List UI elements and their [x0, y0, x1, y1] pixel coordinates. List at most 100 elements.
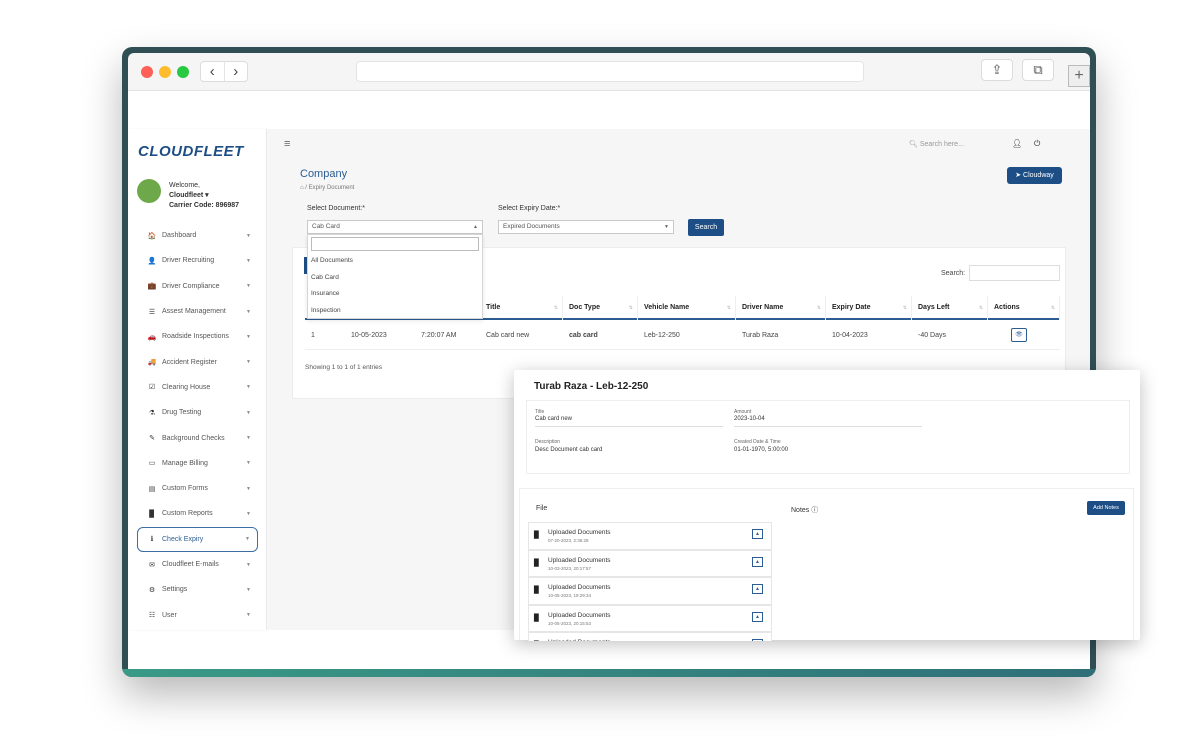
sidebar-item-dashboard[interactable]: 🏠 Dashboard ▼: [128, 223, 267, 248]
table-cell: 7:20:07 AM: [421, 332, 457, 339]
search-button[interactable]: Search: [688, 219, 724, 236]
home-icon[interactable]: ⌂: [300, 185, 304, 191]
column-header[interactable]: Vehicle Name ⇅: [638, 296, 736, 320]
tabs-icon[interactable]: ⧉: [1022, 59, 1054, 81]
download-icon[interactable]: ▲: [752, 639, 763, 641]
global-search[interactable]: 🔍︎ Search here...: [909, 140, 964, 148]
sidebar: CLOUDFLEET Welcome, Cloudfleet ▾ Carrier…: [128, 129, 267, 630]
user-name-dropdown[interactable]: Cloudfleet ▾: [169, 191, 239, 201]
download-icon[interactable]: ▲: [752, 529, 763, 539]
view-eye-icon[interactable]: 👁︎: [1011, 328, 1027, 342]
notifications-icon[interactable]: 👤︎: [1012, 139, 1022, 148]
chevron-down-icon: ▼: [246, 308, 251, 315]
select-expiry-date[interactable]: Expired Documents ▼: [498, 220, 674, 234]
sidebar-item-label: Driver Recruiting: [162, 257, 215, 265]
gear-icon: ⚙: [148, 586, 156, 594]
column-header[interactable]: Doc Type ⇅: [563, 296, 638, 320]
select-document-label: Select Document:*: [307, 205, 365, 212]
sidebar-item-clearing-house[interactable]: ☑ Clearing House ▼: [128, 375, 267, 400]
avatar[interactable]: [137, 179, 161, 203]
table-search-input[interactable]: [969, 265, 1060, 281]
forward-icon[interactable]: ›: [225, 62, 248, 81]
sidebar-item-manage-billing[interactable]: ▭ Manage Billing ▼: [128, 451, 267, 476]
forms-icon: ▤: [148, 485, 156, 493]
sidebar-item-assest-management[interactable]: ☰ Assest Management ▼: [128, 299, 267, 324]
sidebar-item-check-expiry[interactable]: ℹ Check Expiry ▼: [137, 526, 258, 552]
sort-icon: ⇅: [553, 305, 558, 311]
file-label: File: [536, 505, 548, 512]
file-name: Uploaded Documents: [548, 584, 611, 591]
sidebar-item-label: Settings: [162, 586, 188, 594]
minimize-window-button[interactable]: [159, 66, 171, 78]
description-label: Description: [535, 439, 561, 445]
select-document[interactable]: Cab Card ▲: [307, 220, 483, 234]
sidebar-item-label: Check Expiry: [162, 535, 204, 543]
table-cell: -40 Days: [918, 332, 947, 339]
file-item[interactable]: ▉ Uploaded Documents 10-05-2023, 20:15:53 ▲: [528, 604, 772, 632]
sidebar-item-accident-register[interactable]: 🚚 Accident Register ▼: [128, 349, 267, 374]
table-cell: 1: [311, 332, 315, 339]
sidebar-item-driver-recruiting[interactable]: 👤 Driver Recruiting ▼: [128, 248, 267, 273]
download-icon[interactable]: ▲: [752, 584, 763, 594]
files-notes-panel: File Notes ⓘ Add Notes ▉ Uploaded Documen…: [519, 488, 1134, 641]
file-list: ▉ Uploaded Documents 07-20-2023, 2:36:28 ▲ ▉…: [528, 522, 772, 641]
sidebar-item-user[interactable]: ☷ User ▼: [128, 602, 267, 627]
close-window-button[interactable]: [141, 66, 153, 78]
file-date: 10-05-2023, 20:15:53: [548, 620, 592, 626]
title-value: Cab card new: [535, 416, 723, 427]
file-item[interactable]: ▉ Uploaded Documents 10-05-2023, 19:29:34 ▲: [528, 577, 772, 605]
download-icon[interactable]: ▲: [752, 611, 763, 622]
column-header[interactable]: Expiry Date ⇅: [826, 296, 912, 320]
sidebar-item-custom-forms[interactable]: ▤ Custom Forms ▼: [128, 476, 267, 501]
share-icon[interactable]: ⇪: [981, 59, 1013, 81]
file-name: Uploaded Documents: [548, 529, 611, 536]
sidebar-item-driver-compliance[interactable]: 💼 Driver Compliance ▼: [128, 274, 267, 299]
column-header[interactable]: Days Left ⇅: [912, 296, 988, 320]
file-item[interactable]: ▉Uploaded Documents▲: [528, 632, 772, 641]
dropdown-option[interactable]: Insurance: [308, 286, 482, 303]
table-row: 👁︎ 1 10-05-2023 7:20:07 AM Cab card new cab …: [305, 322, 1060, 350]
dropdown-option[interactable]: Cab Card: [308, 270, 482, 287]
table-cell: 10-05-2023: [351, 332, 387, 339]
amount-label: Amount: [734, 409, 752, 415]
dropdown-option[interactable]: Inspection: [308, 303, 482, 320]
maximize-window-button[interactable]: [177, 66, 189, 78]
sidebar-item-background-checks[interactable]: ✎ Background Checks ▼: [128, 425, 267, 450]
sidebar-item-cloudfleet-e-mails[interactable]: ✉ Cloudfleet E-mails ▼: [128, 552, 267, 577]
created-value: 01-01-1970, 5:00:00: [734, 447, 789, 453]
add-notes-button[interactable]: Add Notes: [1087, 501, 1125, 515]
file-item[interactable]: ▉ Uploaded Documents 10-03-2023, 20:17:57 ▲: [528, 549, 772, 577]
flask-icon: ⚗: [148, 409, 156, 417]
download-icon[interactable]: ▲: [752, 556, 763, 567]
sidebar-item-drug-testing[interactable]: ⚗ Drug Testing ▼: [128, 400, 267, 425]
sidebar-menu: 🏠 Dashboard ▼ 👤 Driver Recruiting ▼ 💼 Driver Co…: [128, 223, 267, 628]
sidebar-item-settings[interactable]: ⚙ Settings ▼: [128, 577, 267, 602]
sidebar-item-roadside-inspections[interactable]: 🚗 Roadside Inspections ▼: [128, 324, 267, 349]
chevron-down-icon: ▼: [246, 257, 251, 264]
url-bar[interactable]: [356, 61, 864, 82]
back-icon[interactable]: ‹: [201, 62, 225, 81]
amount-value: 2023-10-04: [734, 416, 922, 427]
users-icon: ☷: [148, 612, 156, 620]
dropdown-option[interactable]: All Documents: [308, 253, 482, 270]
file-date: 10-03-2023, 20:17:57: [548, 565, 592, 571]
file-item[interactable]: ▉ Uploaded Documents 07-20-2023, 2:36:28 ▲: [528, 522, 772, 550]
sidebar-item-label: Background Checks: [162, 434, 225, 442]
document-icon: ▉: [534, 587, 540, 594]
column-header[interactable]: Title ⇅: [480, 296, 563, 320]
document-info: Title Cab card new Amount 2023-10-04 Des…: [526, 400, 1130, 474]
new-tab-icon[interactable]: +: [1068, 65, 1090, 87]
power-icon[interactable]: ⏻: [1034, 139, 1040, 149]
column-header[interactable]: Driver Name ⇅: [736, 296, 826, 320]
caret-up-icon: ▲: [473, 224, 478, 230]
sort-icon: ⇅: [978, 305, 983, 311]
sidebar-item-custom-reports[interactable]: ▉ Custom Reports ▼: [128, 501, 267, 526]
table-cell: Cab card new: [486, 332, 530, 339]
dropdown-search-input[interactable]: [311, 237, 479, 251]
chevron-down-icon: ▼: [246, 561, 251, 568]
cloudway-button[interactable]: ➤ Cloudway: [1007, 167, 1062, 184]
menu-toggle-icon[interactable]: ≡: [284, 138, 290, 150]
user-info: Welcome, Cloudfleet ▾ Carrier Code: 8969…: [169, 181, 239, 211]
sort-icon: ⇅: [1050, 305, 1055, 311]
column-header[interactable]: Actions ⇅: [988, 296, 1060, 320]
